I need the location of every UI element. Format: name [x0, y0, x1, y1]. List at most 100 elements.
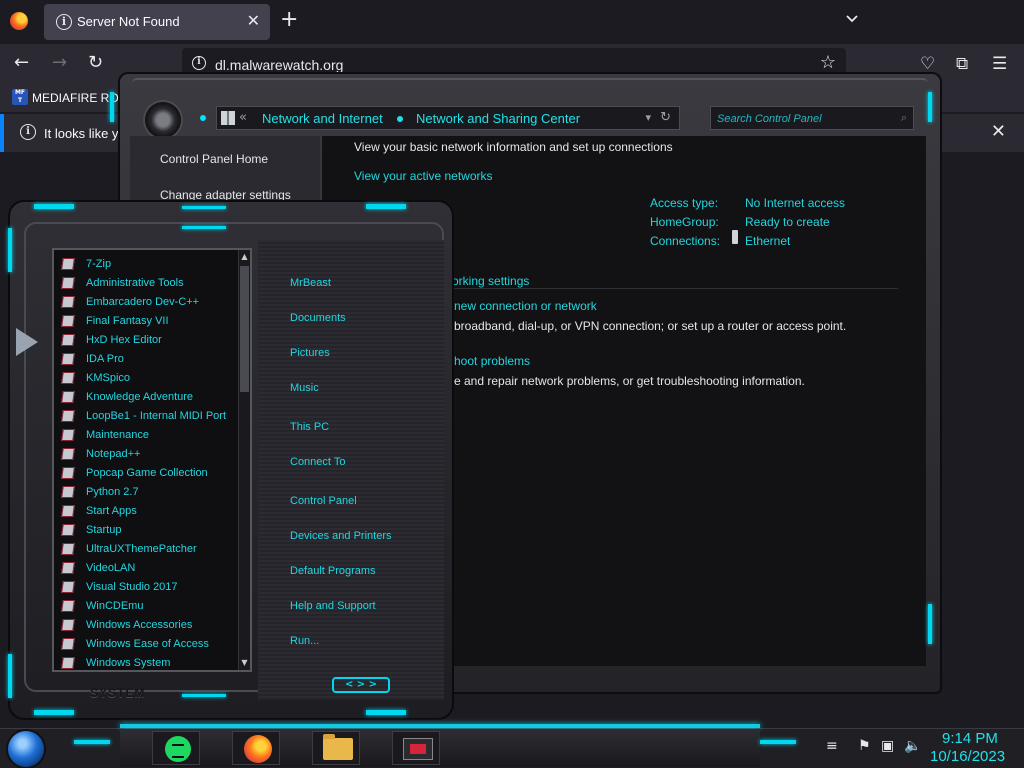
control-panel-home-link[interactable]: Control Panel Home	[160, 152, 268, 166]
back-icon[interactable]: ←	[14, 52, 29, 74]
reload-icon[interactable]: ↻	[88, 52, 103, 74]
start-menu-arrow-icon	[16, 328, 38, 356]
accent-light	[182, 226, 226, 229]
place-pictures[interactable]: Pictures	[290, 346, 330, 360]
place-default-programs[interactable]: Default Programs	[290, 564, 376, 578]
program-label: Embarcadero Dev-C++	[86, 296, 200, 308]
program-label: KMSpico	[86, 372, 131, 384]
all-programs-list[interactable]: 7-Zip Administrative Tools Embarcadero Dev…	[52, 248, 252, 672]
network-icon[interactable]: ▣	[881, 738, 894, 754]
setup-connection-link[interactable]: new connection or network	[454, 299, 597, 313]
program-label: Visual Studio 2017	[86, 581, 178, 593]
scroll-down-icon[interactable]: ▼	[239, 658, 250, 668]
program-label: Start Apps	[86, 505, 137, 517]
firefox-logo-icon[interactable]	[10, 12, 28, 30]
program-label: Popcap Game Collection	[86, 467, 208, 479]
close-tab-icon[interactable]: ✕	[247, 12, 260, 30]
place-documents[interactable]: Documents	[290, 311, 346, 325]
extensions-icon[interactable]: ⧉	[956, 55, 968, 73]
url-text[interactable]: dl.malwarewatch.org	[215, 57, 343, 73]
chevron-down-icon[interactable]	[845, 12, 859, 26]
program-label: Windows System	[86, 657, 171, 669]
clock-date[interactable]: 10/16/2023	[930, 748, 1005, 765]
place-music[interactable]: Music	[290, 381, 319, 395]
volume-icon[interactable]: 🔈	[904, 738, 921, 754]
taskbar-spotify-button[interactable]	[152, 731, 200, 765]
program-folder-icon	[61, 524, 75, 536]
program-folder-icon	[61, 429, 75, 441]
accent-light	[74, 740, 110, 744]
start-menu: 7-Zip Administrative Tools Embarcadero Dev…	[8, 200, 454, 720]
program-folder-icon	[61, 581, 75, 593]
forward-icon[interactable]: →	[52, 52, 67, 74]
program-label: Administrative Tools	[86, 277, 184, 289]
program-label: LoopBe1 - Internal MIDI Port	[86, 410, 227, 422]
chevron-down-icon[interactable]: ▾	[645, 111, 651, 125]
site-info-icon[interactable]: i	[192, 56, 206, 70]
breadcrumb[interactable]: « Network and Internet Network and Shari…	[216, 106, 680, 130]
show-desktop-icon[interactable]: ≡	[826, 738, 838, 754]
ethernet-link[interactable]: Ethernet	[745, 234, 790, 248]
clock-time[interactable]: 9:14 PM	[942, 730, 998, 747]
place-help-and-support[interactable]: Help and Support	[290, 599, 376, 613]
program-label: Final Fantasy VII	[86, 315, 169, 327]
menu-icon[interactable]: ☰	[992, 55, 1007, 73]
place-connect-to[interactable]: Connect To	[290, 455, 345, 469]
taskbar-center-panel	[120, 729, 760, 767]
program-label: Startup	[86, 524, 122, 536]
close-notification-icon[interactable]: ✕	[991, 122, 1006, 142]
taskbar-file-explorer-button[interactable]	[312, 731, 360, 765]
place-control-panel[interactable]: Control Panel	[290, 494, 357, 508]
homegroup-link[interactable]: Ready to create	[745, 215, 830, 229]
pocket-icon[interactable]: ♡	[920, 55, 935, 73]
troubleshoot-link[interactable]: hoot problems	[454, 354, 530, 368]
accent-light	[182, 206, 226, 209]
change-networking-settings-heading: orking settings	[452, 274, 530, 288]
bookmark-star-icon[interactable]: ☆	[820, 53, 836, 73]
window-top-rim	[132, 78, 928, 88]
taskbar-app-button[interactable]	[392, 731, 440, 765]
accent-light	[928, 604, 932, 644]
program-folder-icon	[61, 410, 75, 422]
accent-light	[366, 710, 406, 715]
firefox-icon	[244, 735, 272, 763]
start-orb-button[interactable]	[8, 731, 44, 767]
refresh-icon[interactable]: ↻	[660, 110, 671, 126]
accent-light	[366, 204, 406, 209]
program-folder-icon	[61, 657, 75, 669]
breadcrumb-network-and-internet[interactable]: Network and Internet	[262, 111, 383, 127]
section-divider	[432, 288, 898, 289]
accent-light	[34, 204, 74, 209]
place-run[interactable]: Run...	[290, 634, 319, 648]
bookmark-mediafire[interactable]: MEDIAFIRE RO	[32, 91, 119, 105]
program-label: Maintenance	[86, 429, 149, 441]
place-mrbeast[interactable]: MrBeast	[290, 276, 331, 290]
program-label: Python 2.7	[86, 486, 139, 498]
search-input[interactable]: Search Control Panel ⌕	[710, 106, 914, 130]
accent-light	[110, 92, 114, 122]
back-chevrons-icon[interactable]: «	[239, 110, 247, 126]
search-icon[interactable]: ⌕	[901, 111, 907, 125]
program-label: Windows Ease of Access	[86, 638, 209, 650]
action-center-flag-icon[interactable]: ⚑	[858, 738, 871, 754]
new-tab-icon[interactable]: +	[280, 9, 298, 31]
accent-light	[34, 710, 74, 715]
setup-connection-description: broadband, dial-up, or VPN connection; o…	[454, 319, 847, 333]
taskbar-glow	[120, 724, 760, 728]
program-folder-icon	[61, 562, 75, 574]
tab-title: Server Not Found	[77, 14, 180, 29]
scrollbar-thumb[interactable]	[240, 266, 249, 392]
scroll-up-icon[interactable]: ▲	[239, 252, 250, 262]
program-folder-icon	[61, 486, 75, 498]
accent-light	[928, 92, 932, 122]
breadcrumb-network-sharing-center[interactable]: Network and Sharing Center	[416, 111, 580, 127]
place-this-pc[interactable]: This PC	[290, 420, 329, 434]
shutdown-button[interactable]: < > >	[332, 677, 390, 693]
place-devices-and-printers[interactable]: Devices and Printers	[290, 529, 392, 543]
taskbar-firefox-button[interactable]	[232, 731, 280, 765]
accent-light	[760, 740, 796, 744]
active-networks-heading: View your active networks	[354, 169, 493, 183]
accent-light	[8, 228, 12, 272]
tab-server-not-found[interactable]: i Server Not Found ✕	[44, 4, 270, 40]
programs-scrollbar[interactable]: ▲ ▼	[238, 250, 250, 670]
